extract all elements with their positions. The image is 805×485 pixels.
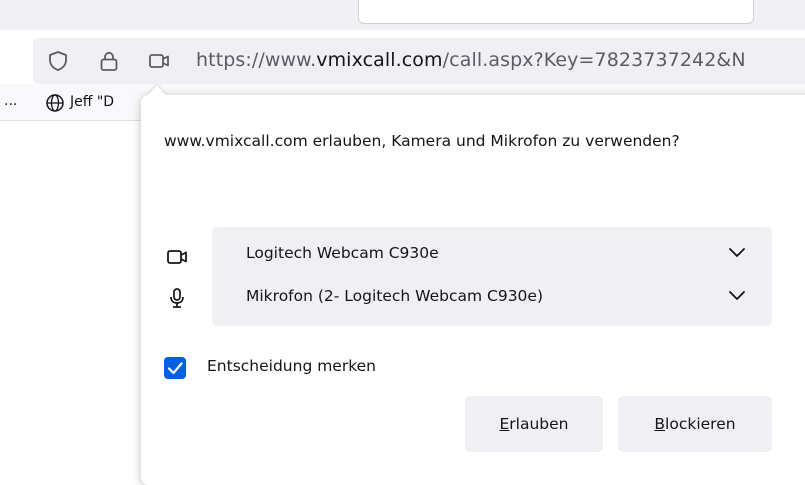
panel-arrow <box>147 85 167 96</box>
camera-icon <box>167 250 187 264</box>
allow-button[interactable]: Erlauben <box>465 396 603 452</box>
url-suffix: /call.aspx?Key=7823737242&N <box>442 49 746 71</box>
camera-select-value: Logitech Webcam C930e <box>246 244 439 262</box>
lock-icon[interactable] <box>98 50 120 72</box>
block-button[interactable]: Blockieren <box>618 396 772 452</box>
checkmark-icon <box>167 362 183 375</box>
chevron-down-icon <box>729 248 745 257</box>
remember-decision-label[interactable]: Entscheidung merken <box>207 357 376 375</box>
allow-button-label: rlauben <box>509 415 569 433</box>
globe-icon <box>46 94 64 112</box>
url-domain: vmixcall.com <box>316 49 443 71</box>
shield-icon[interactable] <box>47 50 69 72</box>
microphone-select[interactable]: Mikrofon (2- Logitech Webcam C930e) <box>212 270 772 326</box>
microphone-icon <box>170 288 184 308</box>
permission-question: www.vmixcall.com erlauben, Kamera und Mi… <box>164 132 680 150</box>
bookmarks-overflow[interactable]: ... <box>4 93 17 109</box>
camera-icon[interactable] <box>148 50 170 72</box>
bookmark-item[interactable]: Jeff "D <box>70 94 114 110</box>
chevron-down-icon <box>729 291 745 300</box>
block-button-label: lockieren <box>665 415 736 433</box>
allow-button-mnemonic: E <box>499 415 510 433</box>
popup-fragment <box>358 0 754 24</box>
url-prefix: https://www. <box>196 49 317 71</box>
block-button-mnemonic: B <box>654 415 666 433</box>
microphone-select-value: Mikrofon (2- Logitech Webcam C930e) <box>246 287 543 305</box>
url-text[interactable]: https://www.vmixcall.com/call.aspx?Key=7… <box>196 49 746 71</box>
remember-decision-checkbox[interactable] <box>164 357 186 379</box>
